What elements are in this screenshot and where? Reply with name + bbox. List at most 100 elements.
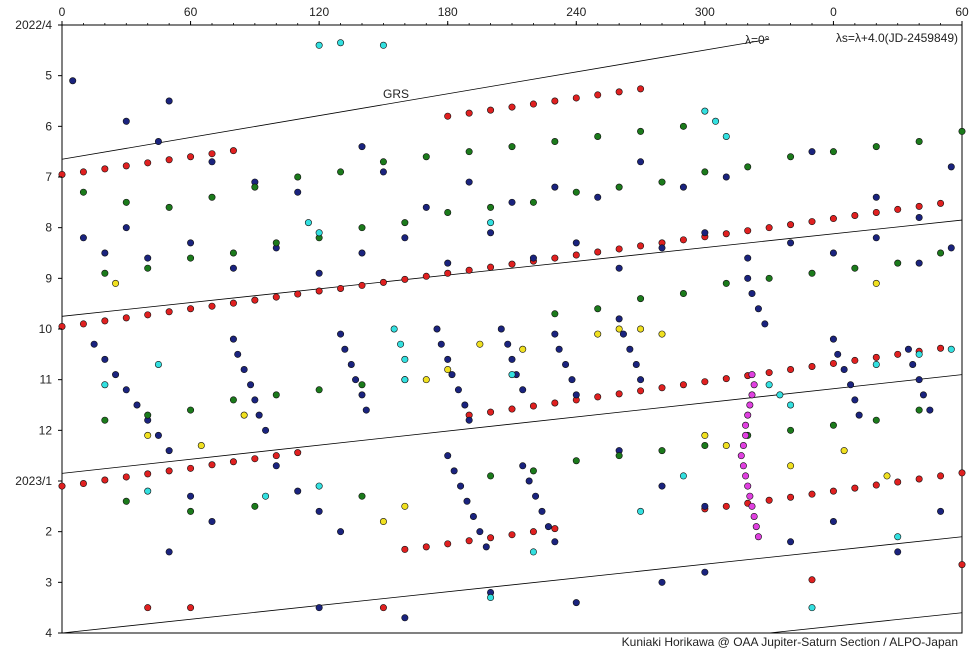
data-point-red-grs--17 [165,308,173,316]
data-point-red-grs--20 [229,299,237,307]
data-point-red-grs--31 [465,266,473,274]
data-point-navy-37 [701,229,709,237]
data-point-red-grs--46 [787,221,795,229]
data-point-green-32 [829,148,837,156]
data-point-navy-60 [341,345,349,353]
data-point-navy-102 [444,452,452,460]
data-point-green-14 [679,122,687,130]
data-point-navy-3 [165,97,173,105]
data-point-red-grs--61 [208,150,216,158]
data-point-yellow-19 [872,279,880,287]
data-point-green-26 [572,188,580,196]
data-point-green-29 [701,168,709,176]
data-point-red-grs--70 [594,91,602,99]
data-point-red-grs--83 [679,381,687,389]
data-point-green-64 [915,406,923,414]
data-point-red-grs--60 [187,153,195,161]
data-point-navy-24 [144,254,152,262]
data-point-navy-128 [937,507,945,515]
data-point-green-21 [358,224,366,232]
data-point-red-grs--72 [637,85,645,93]
data-point-yellow-11 [701,431,709,439]
data-point-magenta-3 [746,401,754,409]
data-point-navy-28 [315,269,323,277]
plot-frame [61,24,963,634]
data-point-navy-107 [476,528,484,536]
data-point-red-grs--109 [808,490,816,498]
data-point-navy-47 [122,386,130,394]
data-point-red-grs--87 [765,369,773,377]
data-point-red-grs--22 [272,293,280,301]
lambda-zero-label: λ=0° [745,33,770,47]
data-point-cyan-8 [487,219,495,227]
data-point-yellow-1 [197,442,205,450]
data-point-red-grs--101 [508,531,516,539]
data-point-navy-114 [551,538,559,546]
data-point-green-51 [315,386,323,394]
data-point-green-2 [165,203,173,211]
data-point-navy-97 [904,345,912,353]
data-point-navy-99 [915,376,923,384]
credit-text: Kuniaki Horikawa @ OAA Jupiter-Saturn Se… [622,635,958,649]
data-point-red-grs--2 [101,476,109,484]
data-point-navy-41 [872,234,880,242]
data-point-navy-61 [347,360,355,368]
data-point-cyan-6 [304,219,312,227]
data-point-navy-81 [572,391,580,399]
data-point-navy-133 [658,578,666,586]
data-point-red-grs--21 [251,296,259,304]
data-point-navy-121 [165,548,173,556]
data-point-cyan-2 [379,41,387,49]
data-point-navy-64 [362,406,370,414]
data-point-navy-22 [101,249,109,257]
data-point-yellow-3 [422,376,430,384]
data-point-cyan-3 [701,107,709,115]
data-point-red-grs--7 [208,461,216,469]
data-point-green-59 [701,442,709,450]
data-point-navy-45 [101,355,109,363]
data-point-navy-10 [465,178,473,186]
data-point-yellow-13 [787,462,795,470]
data-point-magenta-16 [754,533,762,541]
data-point-red-grs--74 [487,408,495,416]
y-tick-label: 2 [45,525,52,539]
data-point-navy-14 [637,158,645,166]
reference-line-1 [61,536,963,634]
data-point-navy-126 [829,518,837,526]
data-point-yellow-0 [144,431,152,439]
data-point-magenta-9 [739,462,747,470]
data-point-navy-95 [851,396,859,404]
data-point-navy-63 [358,391,366,399]
data-point-green-36 [551,310,559,318]
data-point-navy-15 [679,183,687,191]
data-point-navy-130 [401,614,409,622]
data-point-yellow-16 [379,518,387,526]
data-point-navy-42 [915,259,923,267]
data-point-green-17 [187,254,195,262]
data-point-cyan-18 [787,401,795,409]
data-point-red-grs--97 [422,543,430,551]
data-point-red-grs--64 [465,109,473,117]
data-point-navy-40 [829,249,837,257]
data-point-red-grs--6 [187,464,195,472]
data-point-magenta-12 [746,492,754,500]
data-point-green-35 [958,127,966,135]
data-point-navy-65 [433,325,441,333]
data-point-cyan-12 [101,381,109,389]
data-point-navy-73 [504,340,512,348]
data-point-red-grs--4 [144,470,152,478]
data-point-navy-12 [551,183,559,191]
data-point-navy-88 [748,290,756,298]
data-point-green-1 [122,198,130,206]
data-point-cyan-23 [262,492,270,500]
data-point-red-grs--15 [122,314,130,322]
data-point-green-39 [679,290,687,298]
data-point-yellow-2 [240,411,248,419]
data-point-red-grs--29 [422,272,430,280]
data-point-navy-7 [358,143,366,151]
data-point-navy-94 [847,381,855,389]
data-point-red-grs--115 [937,472,945,480]
y-tick-label: 2023/1 [15,474,52,488]
data-point-navy-77 [551,330,559,338]
data-point-yellow-9 [637,325,645,333]
